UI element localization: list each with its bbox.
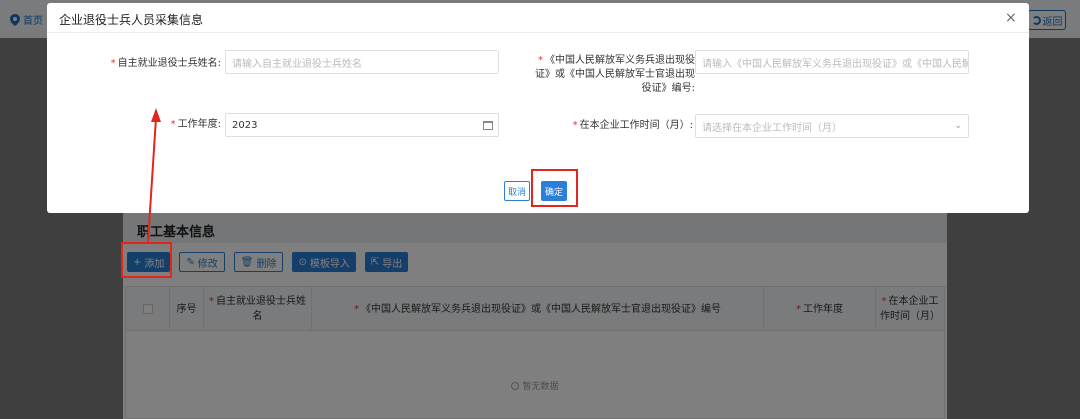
- annotation-arrow-icon: [147, 108, 161, 243]
